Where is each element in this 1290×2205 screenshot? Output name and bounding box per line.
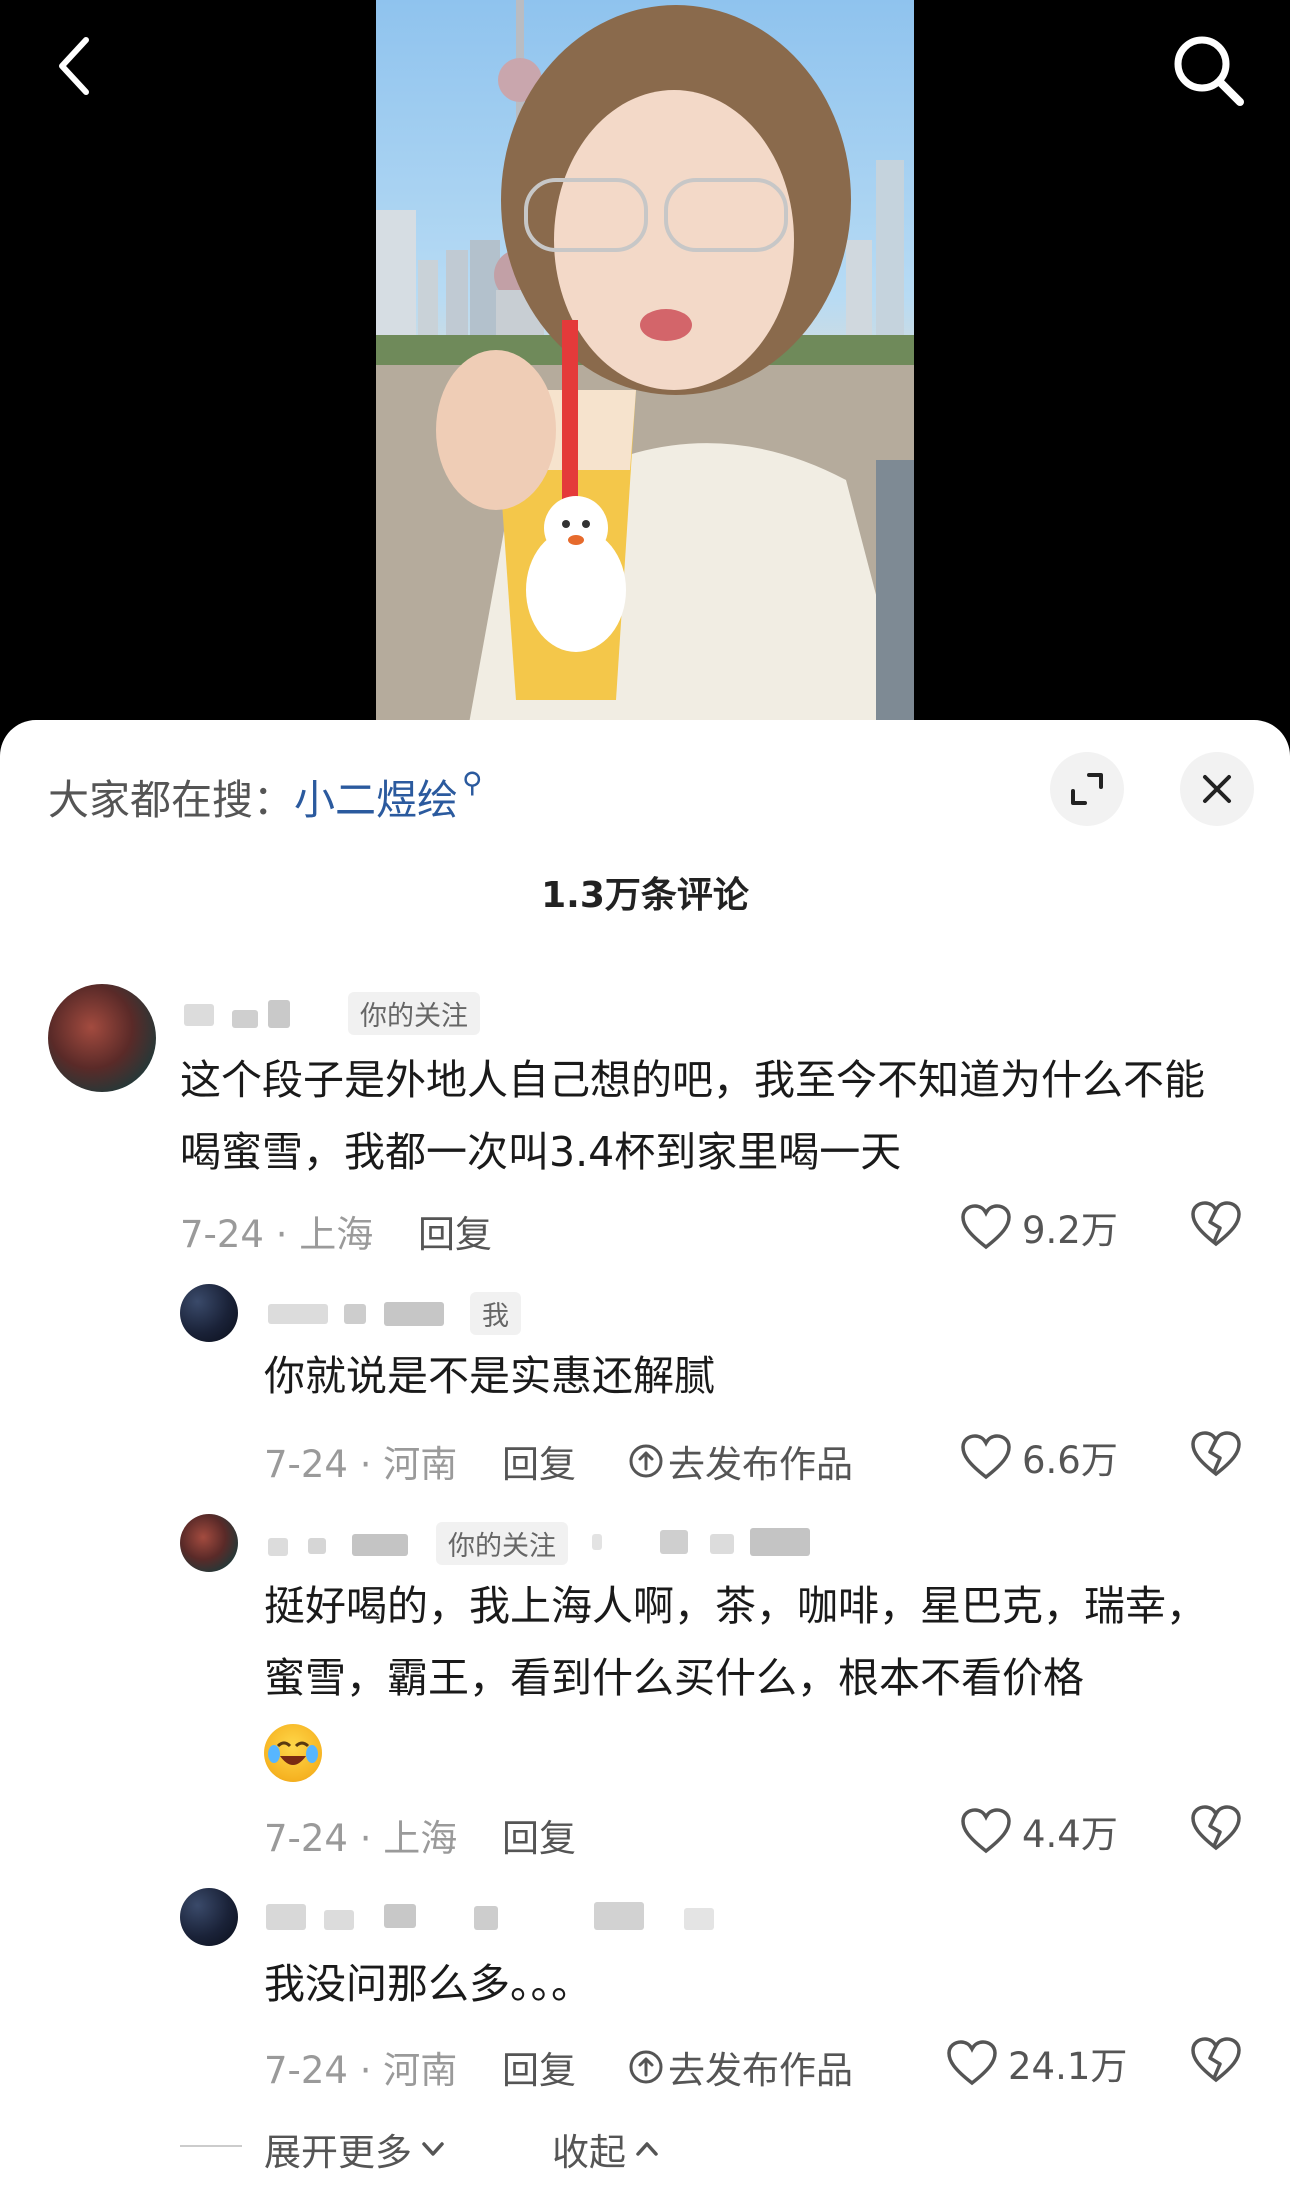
dislike-button[interactable]	[1190, 2036, 1242, 2088]
back-button[interactable]	[44, 30, 124, 110]
avatar[interactable]	[180, 1284, 238, 1342]
avatar[interactable]	[180, 1514, 238, 1572]
close-button[interactable]	[1180, 752, 1254, 826]
footer-divider	[180, 2145, 242, 2147]
reply-button[interactable]: 回复	[502, 1434, 576, 1488]
broken-heart-icon	[1191, 1805, 1241, 1851]
chevron-down-icon	[422, 2142, 444, 2156]
self-tag: 我	[470, 1292, 521, 1335]
username-blurred[interactable]	[264, 1900, 744, 1930]
like-count: 9.2万	[1022, 1209, 1118, 1252]
reply-button[interactable]: 回复	[502, 1808, 576, 1862]
close-icon	[1203, 775, 1231, 803]
comment-text: 挺好喝的，我上海人啊，茶，咖啡，星巴克，瑞幸，蜜雪，霸王，看到什么买什么，根本不…	[264, 1570, 1244, 1786]
comment-text: 这个段子是外地人自己想的吧，我至今不知道为什么不能喝蜜雪，我都一次叫3.4杯到家…	[180, 1056, 1205, 1176]
comment-count-title: 1.3万条评论	[541, 875, 749, 916]
comment-date-location: 7-24 · 河南	[264, 2049, 458, 2092]
heart-icon	[947, 2040, 997, 2086]
trending-keyword-link[interactable]: 小二煜绘	[294, 776, 458, 824]
like-button[interactable]: 4.4万	[960, 1804, 1118, 1858]
dislike-button[interactable]	[1190, 1430, 1242, 1482]
trending-prefix: 大家都在搜：	[48, 776, 294, 824]
reply-button[interactable]: 回复	[418, 1204, 492, 1258]
like-count: 24.1万	[1008, 2045, 1128, 2088]
search-small-icon: ⚲	[462, 766, 483, 799]
search-button[interactable]	[1164, 26, 1254, 116]
heart-icon	[961, 1808, 1011, 1854]
comment-date-location: 7-24 · 上海	[264, 1817, 458, 1860]
expand-more-button[interactable]: 展开更多	[264, 2122, 448, 2176]
like-button[interactable]: 9.2万	[960, 1200, 1118, 1254]
username-blurred[interactable]	[264, 1298, 464, 1328]
avatar[interactable]	[180, 1888, 238, 1946]
publish-work-button[interactable]: 去发布作品	[628, 1434, 853, 1488]
trending-search-bar[interactable]: 大家都在搜：小二煜绘 ⚲	[48, 766, 483, 826]
username-blurred[interactable]	[264, 1528, 434, 1558]
expand-icon	[1071, 773, 1103, 805]
heart-icon	[961, 1434, 1011, 1480]
dislike-button[interactable]	[1190, 1804, 1242, 1856]
search-icon	[1174, 36, 1244, 106]
like-count: 4.4万	[1022, 1813, 1118, 1856]
publish-work-button[interactable]: 去发布作品	[628, 2040, 853, 2094]
back-arrow-icon	[59, 37, 89, 95]
broken-heart-icon	[1191, 1201, 1241, 1247]
video-frame	[376, 0, 914, 740]
reply-to-username-blurred[interactable]	[590, 1526, 830, 1556]
follow-tag: 你的关注	[436, 1522, 568, 1565]
upload-icon	[629, 1444, 663, 1478]
collapse-label: 收起	[552, 2131, 626, 2174]
video-thumbnail-image	[376, 0, 914, 740]
chevron-up-icon	[636, 2142, 658, 2156]
heart-icon	[961, 1204, 1011, 1250]
dislike-button[interactable]	[1190, 1200, 1242, 1252]
username-blurred[interactable]	[180, 998, 330, 1028]
like-button[interactable]: 24.1万	[946, 2036, 1127, 2090]
publish-work-label: 去发布作品	[668, 1443, 853, 1486]
reply-button[interactable]: 回复	[502, 2040, 576, 2094]
broken-heart-icon	[1191, 2037, 1241, 2083]
comment-text: 我没问那么多。。。	[264, 1960, 592, 2008]
collapse-button[interactable]: 收起	[552, 2122, 662, 2176]
comment-date-location: 7-24 · 上海	[180, 1213, 374, 1256]
video-player[interactable]	[0, 0, 1290, 740]
like-count: 6.6万	[1022, 1439, 1118, 1482]
comment-date-location: 7-24 · 河南	[264, 1443, 458, 1486]
expand-more-label: 展开更多	[264, 2131, 412, 2174]
expand-button[interactable]	[1050, 752, 1124, 826]
broken-heart-icon	[1191, 1431, 1241, 1477]
laughing-crying-emoji-icon	[264, 1724, 322, 1782]
avatar[interactable]	[48, 984, 156, 1092]
follow-tag: 你的关注	[348, 992, 480, 1035]
comment-text: 你就说是不是实惠还解腻	[264, 1352, 715, 1400]
comment-text-body: 挺好喝的，我上海人啊，茶，咖啡，星巴克，瑞幸，蜜雪，霸王，看到什么买什么，根本不…	[264, 1582, 1207, 1702]
comment-panel: 大家都在搜：小二煜绘 ⚲ 1.3万条评论 你的关注 这个段子是外地人自己想的吧，我…	[0, 720, 1290, 2205]
upload-icon	[629, 2050, 663, 2084]
like-button[interactable]: 6.6万	[960, 1430, 1118, 1484]
publish-work-label: 去发布作品	[668, 2049, 853, 2092]
